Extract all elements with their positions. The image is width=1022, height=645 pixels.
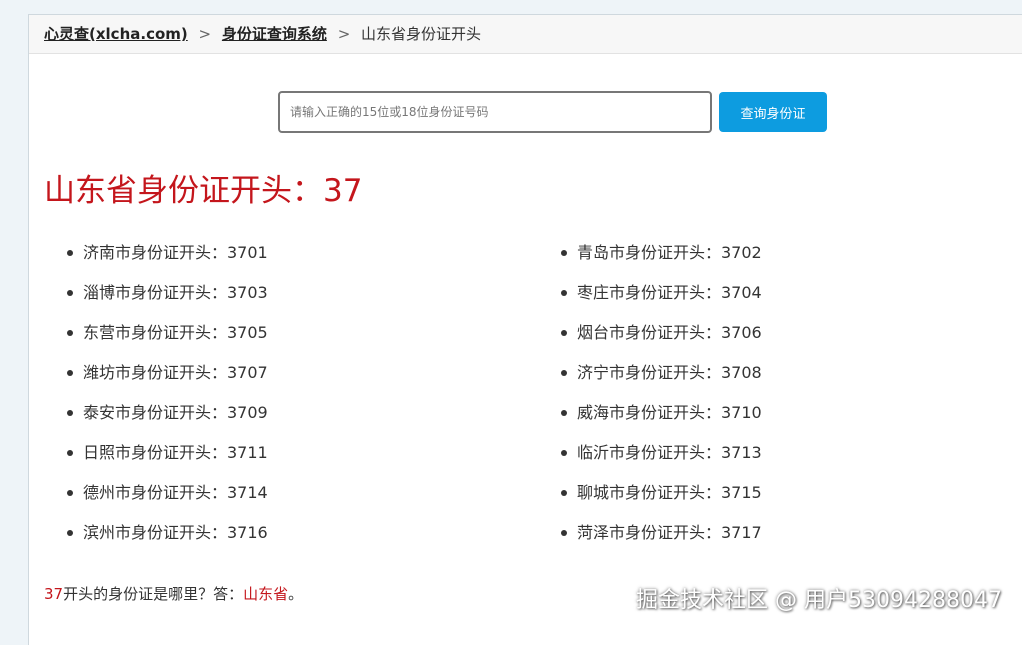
breadcrumb-current: 山东省身份证开头: [361, 25, 482, 43]
city-list-item[interactable]: 青岛市身份证开头：3702: [538, 233, 1022, 273]
city-item-label: 潍坊市身份证开头：3707: [83, 363, 268, 382]
city-item-label: 泰安市身份证开头：3709: [83, 403, 268, 422]
city-list-item[interactable]: 潍坊市身份证开头：3707: [44, 353, 538, 393]
bullet-icon: [67, 490, 73, 496]
bullet-icon: [67, 250, 73, 256]
answer-text: 37开头的身份证是哪里？答：山东省。: [44, 583, 303, 604]
breadcrumb: 心灵查(xlcha.com) > 身份证查询系统 > 山东省身份证开头: [29, 15, 1022, 54]
bullet-icon: [561, 530, 567, 536]
city-prefix-list: 济南市身份证开头：3701 青岛市身份证开头：3702 淄博市身份证开头：370…: [44, 233, 1022, 553]
page-title: 山东省身份证开头：37: [44, 173, 363, 209]
city-list-item[interactable]: 聊城市身份证开头：3715: [538, 473, 1022, 513]
city-item-label: 青岛市身份证开头：3702: [577, 243, 762, 262]
city-item-label: 济南市身份证开头：3701: [83, 243, 268, 262]
bullet-icon: [67, 410, 73, 416]
city-list-item[interactable]: 德州市身份证开头：3714: [44, 473, 538, 513]
city-list-item[interactable]: 东营市身份证开头：3705: [44, 313, 538, 353]
answer-code: 37: [44, 585, 64, 603]
bullet-icon: [561, 290, 567, 296]
city-item-label: 威海市身份证开头：3710: [577, 403, 762, 422]
city-item-label: 枣庄市身份证开头：3704: [577, 283, 762, 302]
city-item-label: 德州市身份证开头：3714: [83, 483, 268, 502]
bullet-icon: [561, 370, 567, 376]
city-item-label: 烟台市身份证开头：3706: [577, 323, 762, 342]
bullet-icon: [561, 450, 567, 456]
city-list-item[interactable]: 济宁市身份证开头：3708: [538, 353, 1022, 393]
city-list-item[interactable]: 济南市身份证开头：3701: [44, 233, 538, 273]
page-container: 心灵查(xlcha.com) > 身份证查询系统 > 山东省身份证开头 查询身份…: [28, 14, 1022, 645]
city-list-item[interactable]: 威海市身份证开头：3710: [538, 393, 1022, 433]
city-list-item[interactable]: 淄博市身份证开头：3703: [44, 273, 538, 313]
bullet-icon: [561, 410, 567, 416]
city-item-label: 日照市身份证开头：3711: [83, 443, 268, 462]
watermark-text: 掘金技术社区 @ 用户53094288047: [636, 588, 1002, 613]
bullet-icon: [67, 330, 73, 336]
breadcrumb-separator: >: [337, 25, 351, 43]
city-list-item[interactable]: 滨州市身份证开头：3716: [44, 513, 538, 553]
city-list-item[interactable]: 临沂市身份证开头：3713: [538, 433, 1022, 473]
city-item-label: 东营市身份证开头：3705: [83, 323, 268, 342]
bullet-icon: [67, 370, 73, 376]
city-list-item[interactable]: 枣庄市身份证开头：3704: [538, 273, 1022, 313]
city-item-label: 淄博市身份证开头：3703: [83, 283, 268, 302]
breadcrumb-separator: >: [198, 25, 212, 43]
city-list-item[interactable]: 烟台市身份证开头：3706: [538, 313, 1022, 353]
answer-end: 。: [288, 585, 304, 603]
bullet-icon: [67, 290, 73, 296]
search-form: 查询身份证: [278, 91, 827, 133]
breadcrumb-section-link[interactable]: 身份证查询系统: [222, 25, 327, 43]
query-id-button[interactable]: 查询身份证: [719, 92, 827, 132]
city-list-item[interactable]: 日照市身份证开头：3711: [44, 433, 538, 473]
city-item-label: 滨州市身份证开头：3716: [83, 523, 268, 542]
city-item-label: 临沂市身份证开头：3713: [577, 443, 762, 462]
bullet-icon: [561, 490, 567, 496]
answer-province: 山东省: [243, 585, 289, 603]
id-number-input[interactable]: [278, 91, 712, 133]
city-item-label: 聊城市身份证开头：3715: [577, 483, 762, 502]
breadcrumb-home-link[interactable]: 心灵查(xlcha.com): [44, 25, 188, 43]
city-item-label: 菏泽市身份证开头：3717: [577, 523, 762, 542]
city-list-item[interactable]: 泰安市身份证开头：3709: [44, 393, 538, 433]
bullet-icon: [67, 450, 73, 456]
answer-question: 开头的身份证是哪里？答：: [63, 585, 244, 603]
bullet-icon: [561, 330, 567, 336]
city-list-item[interactable]: 菏泽市身份证开头：3717: [538, 513, 1022, 553]
bullet-icon: [67, 530, 73, 536]
bullet-icon: [561, 250, 567, 256]
city-item-label: 济宁市身份证开头：3708: [577, 363, 762, 382]
